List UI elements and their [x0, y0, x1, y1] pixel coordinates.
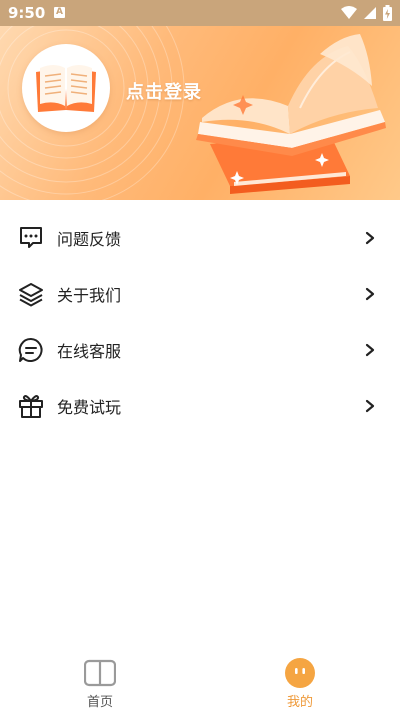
profile-face-icon	[285, 658, 315, 688]
tab-label: 我的	[286, 695, 313, 710]
open-book-illustration	[196, 34, 386, 194]
settings-menu: 问题反馈 关于我们 在线客服 免费试玩	[0, 210, 400, 434]
book-avatar-icon	[36, 65, 96, 112]
menu-item-feedback[interactable]: 问题反馈	[0, 210, 400, 266]
layers-icon	[19, 283, 43, 307]
book-icon	[84, 659, 116, 687]
status-time: 9:50	[8, 4, 46, 22]
tab-home[interactable]: 首页	[0, 645, 200, 711]
login-prompt[interactable]: 点击登录	[126, 78, 202, 104]
menu-item-free-trial[interactable]: 免费试玩	[0, 378, 400, 434]
menu-item-customer-service[interactable]: 在线客服	[0, 322, 400, 378]
bottom-navigation: 首页 我的	[0, 645, 400, 711]
notification-a-icon: A	[54, 7, 65, 18]
menu-item-label: 关于我们	[57, 286, 122, 305]
tab-mine[interactable]: 我的	[200, 645, 400, 711]
chat-bubble-icon	[20, 227, 42, 248]
chevron-right-icon	[365, 231, 375, 245]
menu-item-label: 问题反馈	[57, 230, 122, 249]
gift-icon	[19, 395, 43, 418]
status-indicators	[341, 5, 392, 21]
wifi-icon	[341, 6, 357, 19]
chevron-right-icon	[365, 343, 375, 357]
user-avatar[interactable]	[22, 44, 110, 132]
signal-icon	[364, 7, 376, 19]
profile-header-banner: 点击登录	[0, 26, 400, 200]
tab-label: 首页	[86, 695, 113, 710]
status-bar: 9:50 A	[0, 0, 400, 26]
menu-item-label: 在线客服	[57, 342, 122, 361]
battery-icon	[383, 5, 392, 21]
chevron-right-icon	[365, 287, 375, 301]
message-icon	[18, 337, 43, 362]
chevron-right-icon	[365, 399, 375, 413]
menu-item-about-us[interactable]: 关于我们	[0, 266, 400, 322]
menu-item-label: 免费试玩	[57, 398, 122, 417]
